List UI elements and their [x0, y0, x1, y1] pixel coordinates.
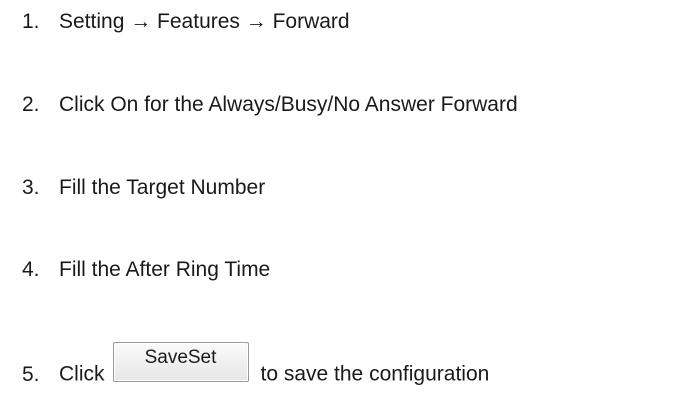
step-3: 3. Fill the Target Number — [22, 175, 265, 201]
instruction-steps: 1. Setting → Features → Forward 2. Click O… — [22, 0, 672, 403]
step-1: 1. Setting → Features → Forward — [22, 9, 350, 35]
step-text: Fill the After Ring Time — [59, 258, 271, 281]
saveset-button[interactable]: SaveSet — [112, 342, 249, 382]
step-number: 5. — [22, 362, 40, 386]
step-number: 4. — [22, 258, 40, 281]
step-4: 4. Fill the After Ring Time — [22, 257, 270, 283]
step-5: 5. Click SaveSet to save the configuration — [22, 342, 490, 395]
step-text: Fill the Target Number — [59, 176, 266, 199]
step-number: 2. — [22, 93, 40, 116]
step-number: 3. — [22, 176, 40, 199]
step-2: 2. Click On for the Always/Busy/No Answer… — [22, 92, 518, 118]
step-number: 1. — [22, 10, 40, 33]
step-text: Setting → Features → Forward — [59, 10, 350, 33]
step-text: Click On for the Always/Busy/No Answer F… — [59, 93, 518, 116]
saveset-button-label: SaveSet — [144, 347, 217, 368]
step-text-after: to save the configuration — [260, 362, 490, 386]
step-text-before: Click — [59, 362, 105, 386]
